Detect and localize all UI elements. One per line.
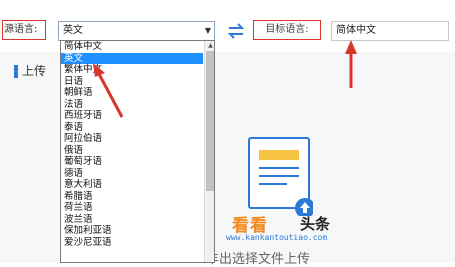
watermark-logo-suffix: 头条 [300,215,331,233]
watermark-url: www.kankantoutiao.com [226,233,328,242]
annotation-arrow-left [93,63,124,118]
annotation-arrow-right [345,40,357,88]
